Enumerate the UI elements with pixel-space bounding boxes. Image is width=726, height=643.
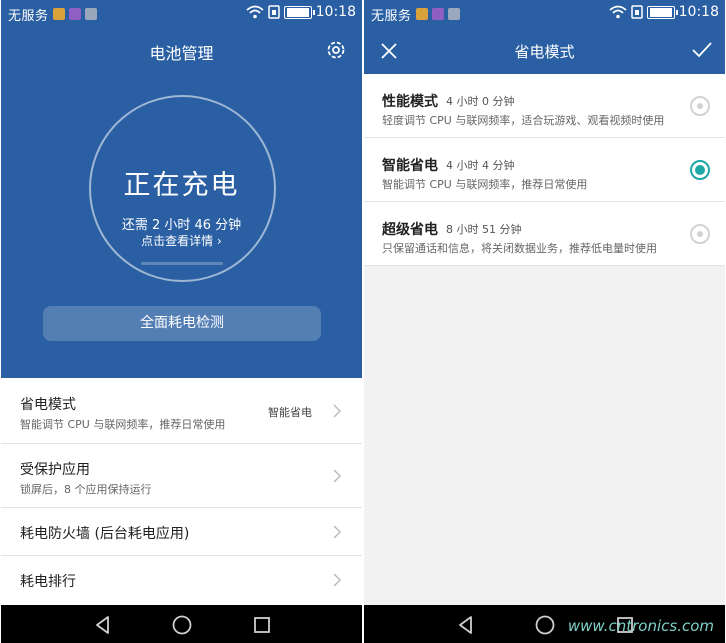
notification-icon [416, 8, 428, 20]
list-item-power-mode[interactable]: 省电模式 智能调节 CPU 与联网频率，推荐日常使用 智能省电 [1, 378, 362, 444]
mode-option-performance[interactable]: 性能模式 4 小时 0 分钟 轻度调节 CPU 与联网频率，适合玩游戏、观看视频… [364, 74, 725, 138]
clock: 10:18 [315, 4, 356, 20]
clock: 10:18 [678, 4, 719, 20]
notification-icon [53, 8, 65, 20]
page-title: 省电模式 [514, 43, 575, 61]
page-title: 电池管理 [149, 44, 214, 63]
wifi-icon [609, 5, 627, 19]
mode-radio[interactable] [690, 224, 710, 244]
recents-icon[interactable] [251, 614, 273, 636]
details-link[interactable]: 点击查看详情 › [1, 232, 362, 249]
list-item-value: 智能省电 [268, 406, 312, 419]
status-bar: 无服务 10:18 [364, 0, 725, 28]
mode-desc: 轻度调节 CPU 与联网频率，适合玩游戏、观看视频时使用 [382, 114, 665, 127]
navigation-bar [1, 605, 362, 643]
details-link-label: 点击查看详情 [141, 234, 214, 248]
list-item-power-firewall[interactable]: 耗电防火墙 (后台耗电应用) [1, 508, 362, 556]
back-icon[interactable] [455, 614, 477, 636]
power-mode-screen: 无服务 10:18 省电模式 性能模式 4 小时 0 分钟 轻度调节 CPU 与… [364, 0, 725, 643]
list-item-title: 受保护应用 [20, 462, 90, 478]
full-scan-button[interactable]: 全面耗电检测 [43, 306, 321, 341]
remaining-time: 还需 2 小时 46 分钟 [121, 218, 242, 233]
sim-icon [267, 5, 280, 19]
wifi-icon [246, 5, 264, 19]
mode-duration: 4 小时 0 分钟 [446, 95, 515, 108]
mode-radio-selected[interactable] [690, 160, 710, 180]
ring-reflection [141, 262, 223, 265]
mode-name: 智能省电 [382, 158, 438, 174]
mode-radio[interactable] [690, 96, 710, 116]
notification-icon [432, 8, 444, 20]
battery-header: 无服务 10:18 电池管理 正在充电 还需 2 小时 46 分钟 点击查看详情… [1, 0, 362, 378]
mode-duration: 4 小时 4 分钟 [446, 159, 515, 172]
home-icon[interactable] [534, 614, 556, 636]
back-icon[interactable] [92, 614, 114, 636]
mode-desc: 智能调节 CPU 与联网频率，推荐日常使用 [382, 178, 588, 191]
sim-icon [630, 5, 643, 19]
list-item-power-ranking[interactable]: 耗电排行 [1, 556, 362, 605]
battery-icon [646, 5, 678, 19]
chevron-right-icon [333, 404, 342, 418]
battery-management-screen: 无服务 10:18 电池管理 正在充电 还需 2 小时 46 分钟 点击查看详情… [1, 0, 362, 643]
mode-name: 超级省电 [382, 222, 438, 238]
notification-icon [69, 8, 81, 20]
gear-icon[interactable] [324, 38, 348, 62]
notification-icon [448, 8, 460, 20]
carrier-text: 无服务 [371, 9, 412, 24]
mode-option-smart[interactable]: 智能省电 4 小时 4 分钟 智能调节 CPU 与联网频率，推荐日常使用 [364, 138, 725, 202]
watermark: www.cntronics.com [567, 617, 714, 635]
check-icon[interactable] [691, 40, 713, 60]
mode-option-ultra[interactable]: 超级省电 8 小时 51 分钟 只保留通话和信息，将关闭数据业务，推荐低电量时使… [364, 202, 725, 266]
chevron-right-icon [333, 525, 342, 539]
home-icon[interactable] [171, 614, 193, 636]
list-item-title: 耗电排行 [20, 574, 76, 590]
chevron-right-icon: › [217, 234, 222, 248]
list-item-title: 省电模式 [20, 397, 76, 413]
notification-icon [85, 8, 97, 20]
mode-header: 无服务 10:18 省电模式 [364, 0, 725, 74]
mode-duration: 8 小时 51 分钟 [446, 223, 522, 236]
mode-name: 性能模式 [382, 94, 438, 110]
list-item-title: 耗电防火墙 (后台耗电应用) [20, 526, 190, 542]
list-item-desc: 智能调节 CPU 与联网频率，推荐日常使用 [20, 418, 226, 431]
status-bar: 无服务 10:18 [1, 0, 362, 28]
charging-status: 正在充电 [123, 170, 240, 201]
chevron-right-icon [333, 469, 342, 483]
battery-icon [283, 5, 315, 19]
carrier-text: 无服务 [8, 9, 49, 24]
mode-list: 性能模式 4 小时 0 分钟 轻度调节 CPU 与联网频率，适合玩游戏、观看视频… [364, 74, 725, 266]
chevron-right-icon [333, 573, 342, 587]
list-item-protected-apps[interactable]: 受保护应用 锁屏后，8 个应用保持运行 [1, 444, 362, 508]
settings-list: 省电模式 智能调节 CPU 与联网频率，推荐日常使用 智能省电 受保护应用 锁屏… [1, 378, 362, 605]
list-item-desc: 锁屏后，8 个应用保持运行 [20, 483, 152, 496]
mode-desc: 只保留通话和信息，将关闭数据业务，推荐低电量时使用 [382, 242, 657, 255]
